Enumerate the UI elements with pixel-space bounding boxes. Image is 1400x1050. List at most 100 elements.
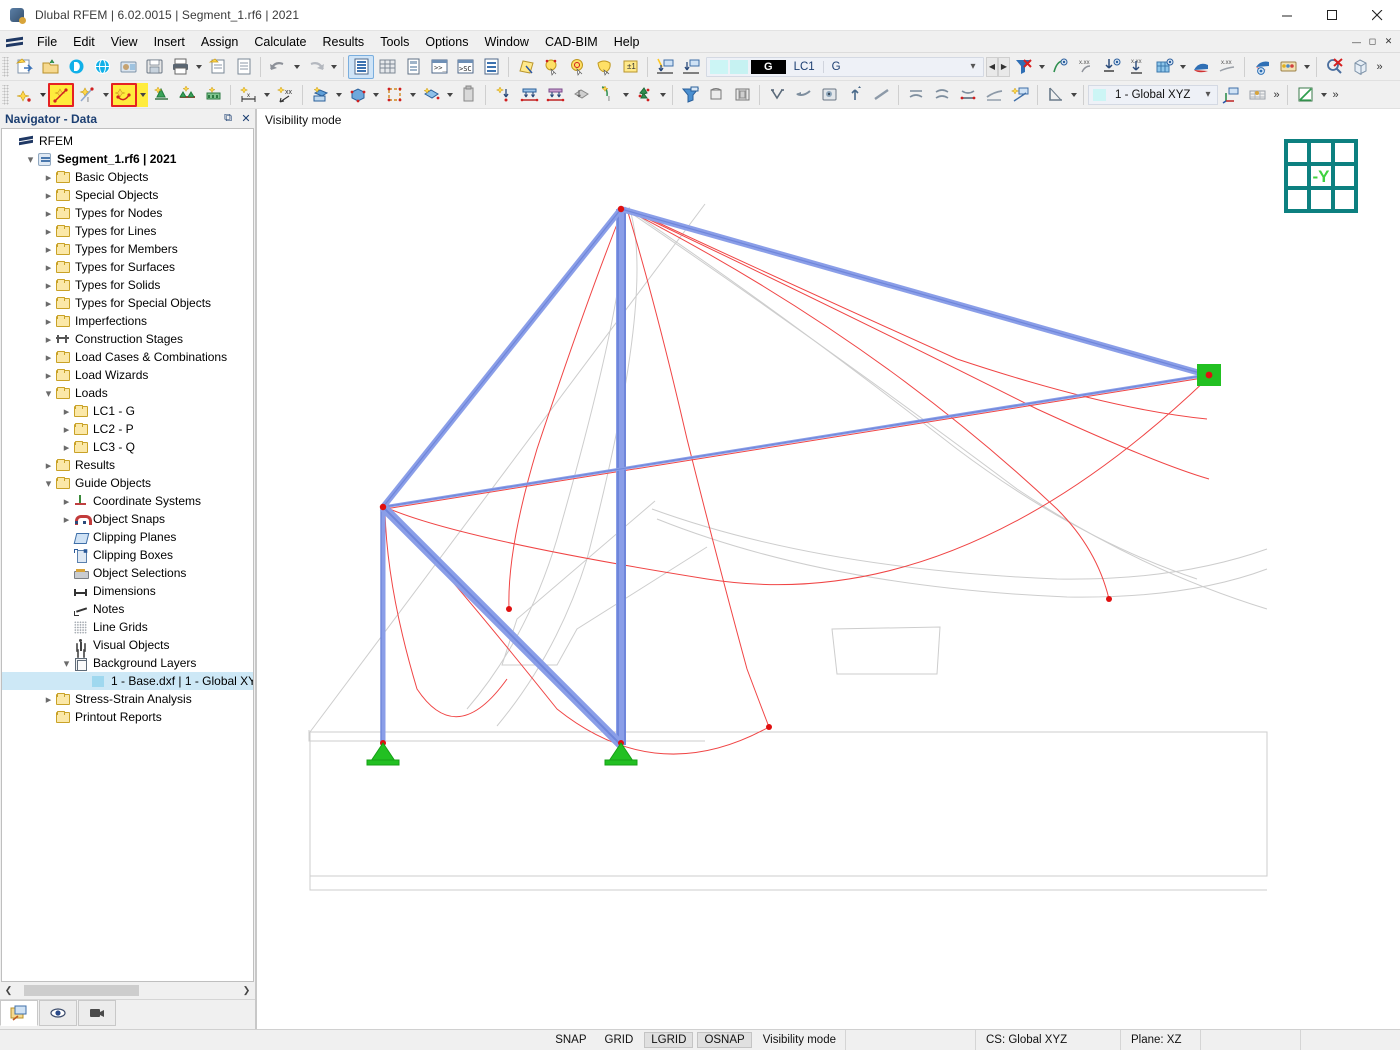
menu-edit[interactable]: Edit — [65, 32, 103, 52]
tree-item[interactable]: ▸Results — [2, 456, 253, 474]
align-bot-icon[interactable] — [955, 83, 981, 107]
navigator-panel-icon[interactable] — [348, 55, 374, 79]
scroll-track[interactable] — [16, 984, 239, 997]
project-left-icon[interactable] — [790, 83, 816, 107]
navigator-tree[interactable]: RFEM▾Segment_1.rf6 | 2021▸Basic Objects▸… — [1, 128, 254, 982]
tree-item[interactable]: Visual Objects — [2, 636, 253, 654]
minimize-document-icon[interactable]: — — [1349, 34, 1364, 49]
tree-item[interactable]: ▸Construction Stages — [2, 330, 253, 348]
load-case-next-button[interactable]: ▶ — [998, 57, 1010, 77]
toolbar-overflow-chevron-2[interactable]: » — [1270, 83, 1283, 107]
scroll-thumb[interactable] — [24, 985, 139, 996]
load-show-icon[interactable] — [652, 55, 678, 79]
mesh-dropdown-icon[interactable] — [444, 83, 455, 107]
close-icon[interactable] — [1355, 0, 1400, 31]
node-icon[interactable] — [11, 83, 37, 107]
osnap-toggle[interactable]: OSNAP — [697, 1032, 751, 1048]
new-model-icon[interactable] — [11, 55, 37, 79]
list-panel-icon[interactable] — [478, 55, 504, 79]
chevron-right-icon[interactable]: ▸ — [42, 369, 55, 382]
tree-item[interactable]: Line Grids — [2, 618, 253, 636]
dlubal-center-icon[interactable] — [63, 55, 89, 79]
surface-results-icon[interactable] — [1151, 55, 1177, 79]
save-icon[interactable] — [141, 55, 167, 79]
visibility-dropdown-icon[interactable] — [1318, 83, 1329, 107]
model-nodes[interactable] — [380, 206, 1221, 510]
tree-item[interactable]: Object Selections — [2, 564, 253, 582]
tree-item[interactable]: Clipping Boxes — [2, 546, 253, 564]
solid-dropdown-icon[interactable] — [370, 83, 381, 107]
chevron-right-icon[interactable]: ▸ — [42, 459, 55, 472]
undo-dropdown-icon[interactable] — [291, 55, 302, 79]
zoom-cancel-icon[interactable] — [1321, 55, 1347, 79]
tree-item[interactable]: ▸Load Wizards — [2, 366, 253, 384]
filter-funnel-icon[interactable] — [677, 83, 703, 107]
wizard-icon[interactable] — [1007, 83, 1033, 107]
filter-results-icon[interactable] — [1010, 55, 1036, 79]
tree-item[interactable]: ▸LC2 - P — [2, 420, 253, 438]
render-cube-icon[interactable] — [816, 83, 842, 107]
views-tab[interactable] — [39, 1000, 77, 1026]
toolbar-grip-2[interactable] — [2, 85, 9, 105]
tree-item[interactable]: ▸Imperfections — [2, 312, 253, 330]
snap-toggle[interactable]: SNAP — [548, 1032, 593, 1048]
member-values-icon[interactable]: x.xx — [1214, 55, 1240, 79]
chevron-right-icon[interactable]: ▸ — [42, 171, 55, 184]
line-tool-dropdown-icon[interactable] — [100, 83, 111, 107]
line-tool-icon[interactable]: I — [74, 83, 100, 107]
data-tab[interactable] — [0, 1000, 38, 1026]
undo-icon[interactable] — [265, 55, 291, 79]
chevron-right-icon[interactable]: ▸ — [42, 189, 55, 202]
chevron-right-icon[interactable]: ▸ — [42, 243, 55, 256]
snap-dropdown-icon[interactable] — [1068, 83, 1079, 107]
chevron-down-icon[interactable]: ▾ — [1199, 89, 1217, 100]
tree-item[interactable]: ▾Background Layers — [2, 654, 253, 672]
arc-member-icon-highlighted[interactable] — [111, 83, 137, 107]
align-slope-icon[interactable] — [981, 83, 1007, 107]
load-snow-icon[interactable] — [631, 83, 657, 107]
support-nodal-icon[interactable] — [148, 83, 174, 107]
maximize-icon[interactable] — [1310, 0, 1355, 31]
chevron-right-icon[interactable]: ▸ — [60, 495, 73, 508]
chevron-right-icon[interactable]: ▸ — [60, 513, 73, 526]
view-3d-icon[interactable] — [729, 83, 755, 107]
load-free-icon[interactable]: I — [594, 83, 620, 107]
coordinate-system-selector[interactable]: 1 - Global XYZ ▾ — [1088, 85, 1218, 105]
snap-angle-icon[interactable] — [1042, 83, 1068, 107]
tree-item[interactable]: ▸Types for Solids — [2, 276, 253, 294]
support-reactions-icon[interactable] — [1099, 55, 1125, 79]
chevron-right-icon[interactable]: ▸ — [42, 225, 55, 238]
opening-dropdown-icon[interactable] — [407, 83, 418, 107]
render-surface-icon[interactable] — [513, 55, 539, 79]
chevron-right-icon[interactable]: ▸ — [60, 441, 73, 454]
grid-toggle[interactable]: GRID — [598, 1032, 641, 1048]
opening-icon[interactable] — [381, 83, 407, 107]
project-down-icon[interactable] — [764, 83, 790, 107]
move-up-icon[interactable] — [842, 83, 868, 107]
tree-item[interactable]: ▸Basic Objects — [2, 168, 253, 186]
toolbar-grip[interactable] — [2, 57, 9, 77]
tree-item[interactable]: ▸Stress-Strain Analysis — [2, 690, 253, 708]
scroll-right-icon[interactable]: ❯ — [239, 984, 254, 997]
select-region-icon[interactable] — [565, 55, 591, 79]
tree-item[interactable]: Clipping Planes — [2, 528, 253, 546]
chevron-right-icon[interactable]: ▸ — [42, 297, 55, 310]
tree-item[interactable]: ▾Guide Objects — [2, 474, 253, 492]
align-mid-icon[interactable] — [929, 83, 955, 107]
tree-item[interactable]: ▸Object Snaps — [2, 510, 253, 528]
tree-item[interactable]: ▸Coordinate Systems — [2, 492, 253, 510]
tree-item[interactable]: RFEM — [2, 132, 253, 150]
load-case-prev-button[interactable]: ◀ — [986, 57, 998, 77]
chevron-down-icon[interactable]: ▾ — [963, 61, 983, 72]
menu-cad-bim[interactable]: CAD-BIM — [537, 32, 606, 52]
line-member-icon-highlighted[interactable] — [48, 83, 74, 107]
colors-icon[interactable] — [1275, 55, 1301, 79]
tree-item[interactable]: ▸Types for Nodes — [2, 204, 253, 222]
dimension-xx-icon[interactable]: xx — [272, 83, 298, 107]
support-surface-icon[interactable] — [200, 83, 226, 107]
tree-item[interactable]: ▸Types for Special Objects — [2, 294, 253, 312]
model-info-icon[interactable] — [115, 55, 141, 79]
tree-item[interactable]: Notes — [2, 600, 253, 618]
load-case-selector[interactable]: G LC1 G ▾ — [706, 57, 984, 77]
menu-help[interactable]: Help — [606, 32, 648, 52]
